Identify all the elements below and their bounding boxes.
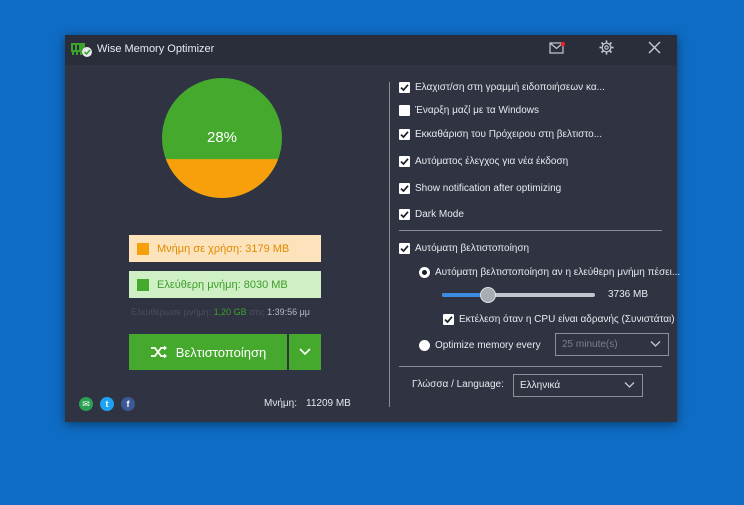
pie-percent-label: 28%: [207, 129, 237, 146]
used-swatch: [137, 242, 149, 255]
chevron-down-icon: [299, 348, 311, 356]
optimize-label: Βελτιστοποίηση: [175, 344, 267, 360]
checkbox[interactable]: [399, 208, 410, 220]
app-window: Wise Memory Optimizer 28% Μνήμη σε χρήση…: [65, 35, 680, 422]
language-label: Γλώσσα / Language:: [412, 379, 504, 390]
dark-mode-option[interactable]: Dark Mode: [399, 206, 464, 222]
show-notification-label: Show notification after optimizing: [415, 182, 562, 194]
clear-clipboard-option[interactable]: Εκκαθάριση του Πρόχειρου στη βελτιστο...: [399, 126, 602, 142]
checkbox[interactable]: [399, 104, 410, 116]
minimize-to-tray-option[interactable]: Ελαχιστ/ση στη γραμμή ειδοποιήσεων κα...: [399, 79, 605, 95]
free-memory-legend: Ελεύθερη μνήμη: 8030 MB: [129, 271, 321, 298]
radio-unselected[interactable]: [419, 339, 430, 351]
memory-pie-chart: 28%: [162, 78, 282, 198]
email-share-icon[interactable]: ✉: [79, 397, 93, 411]
clear-clipboard-label: Εκκαθάριση του Πρόχειρου στη βελτιστο...: [415, 128, 603, 140]
total-memory-label: Μνήμη:: [264, 398, 297, 409]
used-memory-label: Μνήμη σε χρήση: 3179 MB: [157, 242, 290, 255]
time-value: 1:39:56 μμ: [267, 307, 310, 317]
pie-used-slice: [165, 159, 279, 198]
cpu-idle-option[interactable]: Εκτέλεση όταν η CPU είναι αδρανής (Συνισ…: [443, 311, 675, 327]
auto-optimize-label: Αυτόματη βελτιστοποίηση: [415, 242, 530, 254]
divider: [399, 230, 662, 231]
checkbox[interactable]: [399, 128, 410, 140]
auto-optimize-option[interactable]: Αυτόματη βελτιστοποίηση: [399, 240, 529, 256]
facebook-icon[interactable]: f: [121, 397, 135, 411]
free-memory-threshold-label: Αυτόματη βελτιστοποίηση αν η ελεύθερη μν…: [435, 266, 681, 278]
auto-update-label: Αυτόματος έλεγχος για νέα έκδοση: [415, 155, 569, 167]
app-logo-icon: [71, 42, 93, 58]
threshold-slider[interactable]: [442, 287, 595, 303]
checkbox[interactable]: [399, 182, 410, 194]
shuffle-icon: [150, 345, 168, 359]
slider-thumb[interactable]: [479, 287, 496, 303]
close-button[interactable]: [637, 35, 671, 65]
used-memory-legend: Μνήμη σε χρήση: 3179 MB: [129, 235, 321, 262]
start-with-windows-option[interactable]: Έναρξη μαζί με τα Windows: [399, 102, 539, 118]
chevron-down-icon: [624, 380, 635, 391]
language-value: Ελληνικά: [520, 380, 561, 391]
optimize-button[interactable]: Βελτιστοποίηση: [129, 334, 287, 370]
radio-selected[interactable]: [419, 266, 430, 278]
optimize-every-option[interactable]: Optimize memory every: [419, 337, 541, 353]
divider: [399, 366, 662, 367]
chevron-down-icon: [650, 339, 661, 350]
twitter-icon[interactable]: t: [100, 397, 114, 411]
free-memory-label: Ελεύθερη μνήμη: 8030 MB: [157, 278, 288, 291]
show-notification-option[interactable]: Show notification after optimizing: [399, 180, 561, 196]
panel-divider: [389, 82, 390, 407]
close-icon: [648, 41, 661, 59]
checkbox[interactable]: [399, 242, 410, 254]
checkbox[interactable]: [443, 313, 454, 325]
checkbox[interactable]: [399, 155, 410, 167]
last-optimization-info: Ελευθέρωσε μνήμη: 1,20 GB στις 1:39:56 μ…: [131, 307, 310, 317]
time-prefix: στις: [249, 307, 265, 317]
auto-update-option[interactable]: Αυτόματος έλεγχος για νέα έκδοση: [399, 153, 568, 169]
freed-prefix: Ελευθέρωσε μνήμη:: [131, 307, 212, 317]
dark-mode-label: Dark Mode: [415, 208, 464, 220]
gear-icon: [598, 40, 614, 60]
start-with-windows-label: Έναρξη μαζί με τα Windows: [415, 104, 540, 116]
freed-value: 1,20 GB: [213, 307, 247, 317]
optimize-every-label: Optimize memory every: [435, 339, 541, 351]
checkbox[interactable]: [399, 81, 410, 93]
app-title: Wise Memory Optimizer: [97, 43, 215, 55]
mail-icon: [549, 41, 566, 59]
interval-value: 25 minute(s): [562, 339, 618, 350]
threshold-value: 3736 MB: [608, 289, 649, 300]
messages-button[interactable]: [540, 35, 574, 65]
cpu-idle-label: Εκτέλεση όταν η CPU είναι αδρανής (Συνισ…: [459, 313, 675, 325]
interval-select[interactable]: 25 minute(s): [555, 333, 669, 356]
settings-button[interactable]: [589, 35, 623, 65]
language-select[interactable]: Ελληνικά: [513, 374, 643, 397]
free-swatch: [137, 278, 149, 291]
optimize-dropdown-button[interactable]: [289, 334, 321, 370]
titlebar: Wise Memory Optimizer: [65, 35, 677, 65]
free-memory-threshold-option[interactable]: Αυτόματη βελτιστοποίηση αν η ελεύθερη μν…: [419, 264, 680, 280]
minimize-to-tray-label: Ελαχιστ/ση στη γραμμή ειδοποιήσεων κα...: [415, 81, 605, 93]
total-memory-value: 11209 MB: [306, 398, 351, 409]
